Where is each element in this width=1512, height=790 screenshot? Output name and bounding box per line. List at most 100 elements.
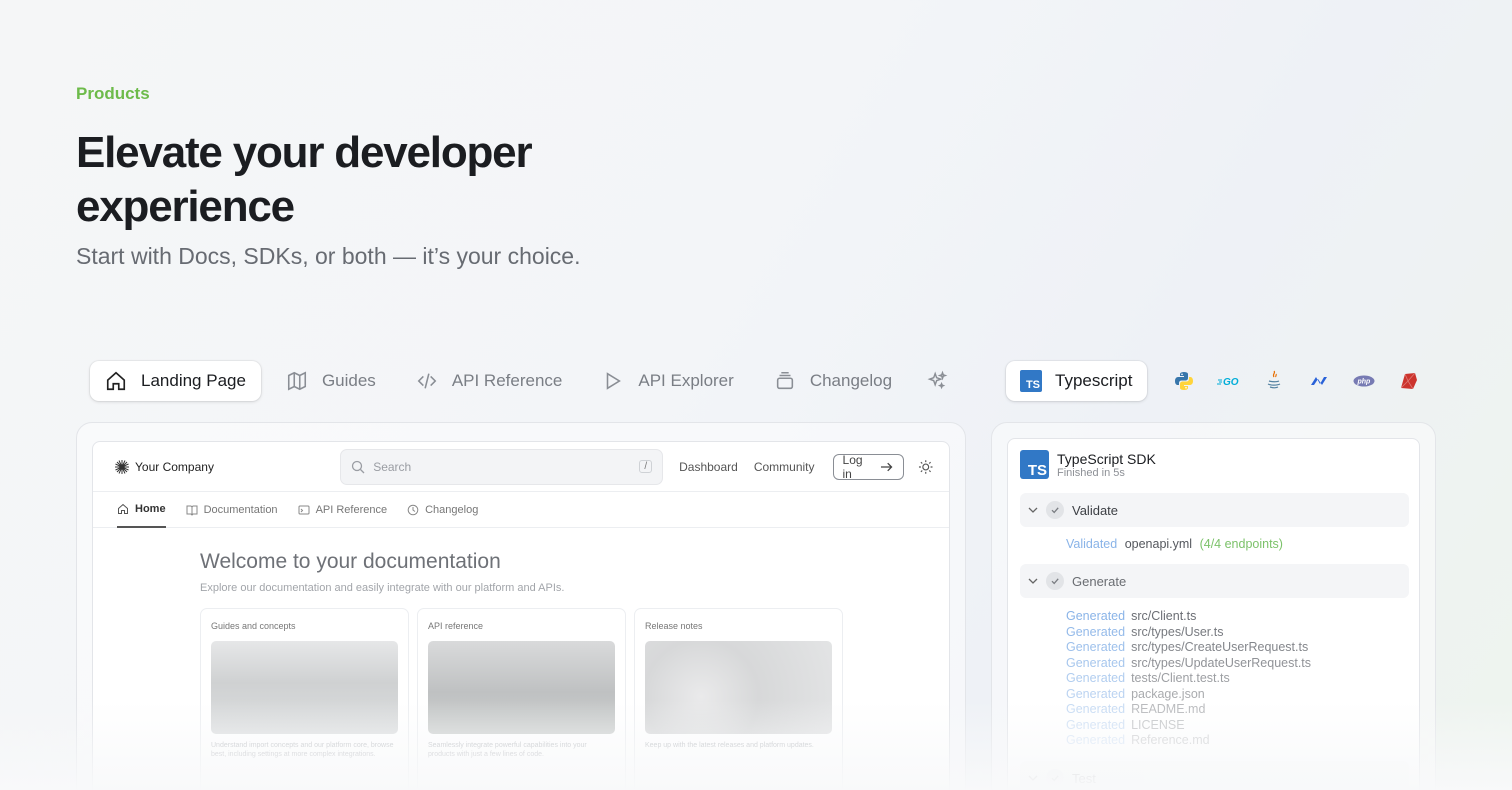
sdk-header: TS TypeScript SDK Finished in 5s [1020, 450, 1156, 479]
log-status: Generated [1066, 624, 1126, 639]
log-status: Generated [1066, 609, 1126, 623]
generated-file-line: Generated src/types/User.ts [1066, 625, 1223, 641]
preview-tab-documentation[interactable]: Documentation [186, 492, 278, 528]
tab-api-reference[interactable]: API Reference [401, 361, 578, 401]
tab-changelog[interactable]: Changelog [759, 361, 907, 401]
log-file: src/types/User.ts [1131, 624, 1224, 639]
log-file: Reference.md [1131, 733, 1210, 747]
generated-file-line: Generated README.md [1066, 702, 1205, 718]
tab-label: Changelog [809, 371, 893, 390]
generated-file-line: Generated package.json [1066, 687, 1205, 703]
preview-page-subtitle: Explore our documentation and easily int… [200, 582, 565, 594]
guides-card[interactable]: Guides and concepts Understand import co… [200, 608, 409, 790]
map-icon [286, 370, 308, 392]
clock-icon [407, 504, 419, 516]
search-shortcut-key: / [639, 460, 653, 473]
book-icon [186, 505, 198, 516]
hero-subhead: Start with Docs, SDKs, or both — it’s yo… [76, 243, 581, 269]
hero-headline: Elevate your developer experience [76, 128, 533, 231]
log-endpoint-count: (4/4 endpoints) [1199, 537, 1283, 551]
sdk-build-card: TS TypeScript SDK Finished in 5s Validat… [1007, 438, 1420, 790]
log-file: src/types/CreateUserRequest.ts [1131, 640, 1309, 654]
release-notes-card[interactable]: Release notes Keep up with the latest re… [634, 608, 843, 790]
ruby-icon[interactable] [1386, 361, 1431, 401]
python-icon[interactable] [1161, 361, 1206, 401]
preview-tab-home[interactable]: Home [117, 492, 166, 528]
generate-step[interactable]: Generate [1020, 564, 1409, 598]
generated-file-line: Generated src/types/UpdateUserRequest.ts [1066, 656, 1311, 672]
log-file: README.md [1131, 702, 1206, 716]
java-icon[interactable] [1251, 361, 1296, 401]
home-icon [105, 370, 127, 392]
log-status: Generated [1066, 717, 1126, 732]
typescript-icon: TS [1020, 450, 1049, 479]
login-button[interactable]: Log in [832, 452, 904, 481]
tab-label: Landing Page [141, 371, 246, 390]
fern-forest-image [428, 641, 615, 734]
card-description: Understand import concepts and our platf… [211, 742, 394, 758]
preview-tab-changelog[interactable]: Changelog [407, 492, 478, 528]
preview-page-title: Welcome to your documentation [200, 550, 501, 573]
api-reference-card[interactable]: API reference Seamlessly integrate power… [417, 608, 626, 790]
docs-tab-bar: Landing Page Guides API Reference API Ex… [90, 360, 957, 402]
log-file: src/types/UpdateUserRequest.ts [1131, 655, 1312, 670]
preview-tab-label: Changelog [425, 504, 479, 516]
typescript-icon: TS [1020, 370, 1042, 392]
eyebrow-label: Products [76, 84, 150, 103]
preview-header: Your Company Search / Dashboard Communit… [93, 442, 949, 492]
card-title: API reference [428, 621, 484, 631]
check-icon [1046, 572, 1064, 590]
preview-search-input[interactable]: Search / [340, 448, 664, 485]
generated-file-line: Generated LICENSE [1066, 718, 1185, 734]
terminal-icon [298, 505, 310, 515]
log-status: Generated [1066, 686, 1126, 701]
go-icon[interactable]: GO [1206, 361, 1251, 401]
tab-landing-page[interactable]: Landing Page [90, 361, 261, 401]
tab-label: API Reference [451, 371, 563, 390]
nav-dashboard-link[interactable]: Dashboard [679, 460, 738, 474]
company-brand[interactable]: Your Company [115, 459, 318, 474]
log-file: src/Client.ts [1131, 609, 1197, 623]
flowers-image [645, 641, 832, 734]
svg-text:GO: GO [1223, 377, 1239, 387]
log-status: Generated [1066, 640, 1126, 654]
company-name: Your Company [135, 459, 214, 474]
check-icon [1046, 501, 1064, 519]
docs-preview-frame: Your Company Search / Dashboard Communit… [92, 441, 950, 790]
log-status: Generated [1066, 702, 1126, 716]
theme-toggle-sun-icon[interactable] [918, 459, 933, 475]
lang-typescript-button[interactable]: TS Typescript [1006, 361, 1148, 401]
card-title: Release notes [645, 621, 703, 631]
preview-tab-label: API Reference [315, 504, 388, 516]
login-label: Log in [842, 452, 863, 481]
svg-text:php: php [1356, 379, 1371, 386]
preview-tab-api-reference[interactable]: API Reference [298, 492, 388, 528]
preview-tab-label: Home [135, 503, 166, 515]
step-label: Validate [1072, 502, 1119, 518]
test-step[interactable]: Test [1020, 761, 1409, 790]
card-description: Seamlessly integrate powerful capabiliti… [428, 742, 587, 758]
dotnet-icon[interactable] [1296, 361, 1341, 401]
stack-icon [774, 370, 796, 392]
tab-api-explorer[interactable]: API Explorer [587, 361, 748, 401]
validate-step[interactable]: Validate [1020, 493, 1409, 527]
tab-guides[interactable]: Guides [271, 361, 391, 401]
tab-label: Guides [321, 371, 376, 390]
card-title: Guides and concepts [211, 621, 296, 631]
arrow-right-icon [880, 462, 893, 471]
log-status: Generated [1066, 733, 1126, 747]
snowy-forest-image [211, 641, 398, 734]
validate-log-line: Validated openapi.yml (4/4 endpoints) [1066, 537, 1283, 553]
lang-label: Typescript [1055, 371, 1133, 390]
nav-community-link[interactable]: Community [754, 460, 815, 474]
chevron-down-icon [1028, 775, 1038, 781]
sdk-language-bar: TS Typescript GO php [1006, 360, 1431, 402]
log-status: Generated [1066, 655, 1126, 670]
php-icon[interactable]: php [1341, 361, 1386, 401]
check-icon [1046, 769, 1064, 787]
log-status: Generated [1066, 671, 1126, 685]
log-file: LICENSE [1131, 717, 1185, 732]
step-label: Generate [1072, 573, 1127, 589]
sdk-status: Finished in 5s [1057, 466, 1125, 479]
sparkle-ai-icon[interactable] [917, 361, 957, 401]
